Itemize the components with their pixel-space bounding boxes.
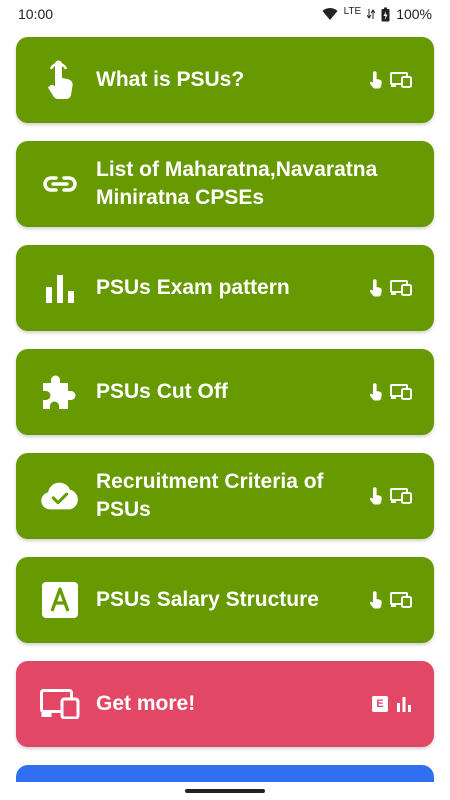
touch-icon xyxy=(369,591,382,609)
menu-card-cut-off[interactable]: PSUs Cut Off xyxy=(16,349,434,435)
menu-card-recruitment-criteria[interactable]: Recruitment Criteria of PSUs xyxy=(16,453,434,539)
card-trailing-icons: E xyxy=(372,696,412,712)
e-badge-icon: E xyxy=(372,696,388,712)
gesture-nav-bar xyxy=(0,782,450,800)
menu-item-label: Recruitment Criteria of PSUs xyxy=(96,470,324,521)
devices-icon xyxy=(390,72,412,88)
card-trailing-icons xyxy=(368,279,412,297)
menu-card-salary-structure[interactable]: PSUs Salary Structure xyxy=(16,557,434,643)
devices-icon xyxy=(390,488,412,504)
get-more-label: Get more! xyxy=(96,692,196,715)
letter-a-icon xyxy=(40,580,80,620)
battery-level: 100% xyxy=(396,6,432,22)
bar-chart-icon xyxy=(397,697,411,712)
tap-hand-icon xyxy=(40,60,80,100)
home-handle[interactable] xyxy=(185,789,265,793)
devices-icon xyxy=(40,684,80,724)
devices-icon xyxy=(390,592,412,608)
touch-icon xyxy=(369,71,382,89)
network-type: LTE xyxy=(343,5,362,17)
menu-card-exam-pattern[interactable]: PSUs Exam pattern xyxy=(16,245,434,331)
get-more-card[interactable]: Get more! E xyxy=(16,661,434,747)
touch-icon xyxy=(369,487,382,505)
menu-item-label: PSUs Cut Off xyxy=(96,380,228,403)
card-trailing-icons xyxy=(368,71,412,89)
menu-item-label: PSUs Exam pattern xyxy=(96,276,290,299)
partial-card[interactable] xyxy=(16,765,434,783)
menu-item-label: List of Maharatna,Navaratna Miniratna CP… xyxy=(96,158,378,209)
status-icons: LTE 100% xyxy=(322,6,432,22)
menu-item-label: PSUs Salary Structure xyxy=(96,588,319,611)
menu-card-what-is-psus[interactable]: What is PSUs? xyxy=(16,37,434,123)
card-trailing-icons xyxy=(368,487,412,505)
status-bar: 10:00 LTE 100% xyxy=(0,0,450,28)
touch-icon xyxy=(369,279,382,297)
devices-icon xyxy=(390,280,412,296)
card-trailing-icons xyxy=(368,383,412,401)
menu-item-label: What is PSUs? xyxy=(96,68,245,91)
puzzle-icon xyxy=(40,372,80,412)
menu-card-cpse-list[interactable]: List of Maharatna,Navaratna Miniratna CP… xyxy=(16,141,434,227)
devices-icon xyxy=(390,384,412,400)
touch-icon xyxy=(369,383,382,401)
battery-icon xyxy=(381,7,390,21)
cloud-check-icon xyxy=(40,476,80,516)
status-time: 10:00 xyxy=(18,6,54,22)
signal-arrows-icon xyxy=(367,9,376,19)
card-trailing-icons xyxy=(368,591,412,609)
link-icon xyxy=(40,164,80,204)
wifi-icon xyxy=(322,8,338,20)
bar-chart-icon xyxy=(40,268,80,308)
